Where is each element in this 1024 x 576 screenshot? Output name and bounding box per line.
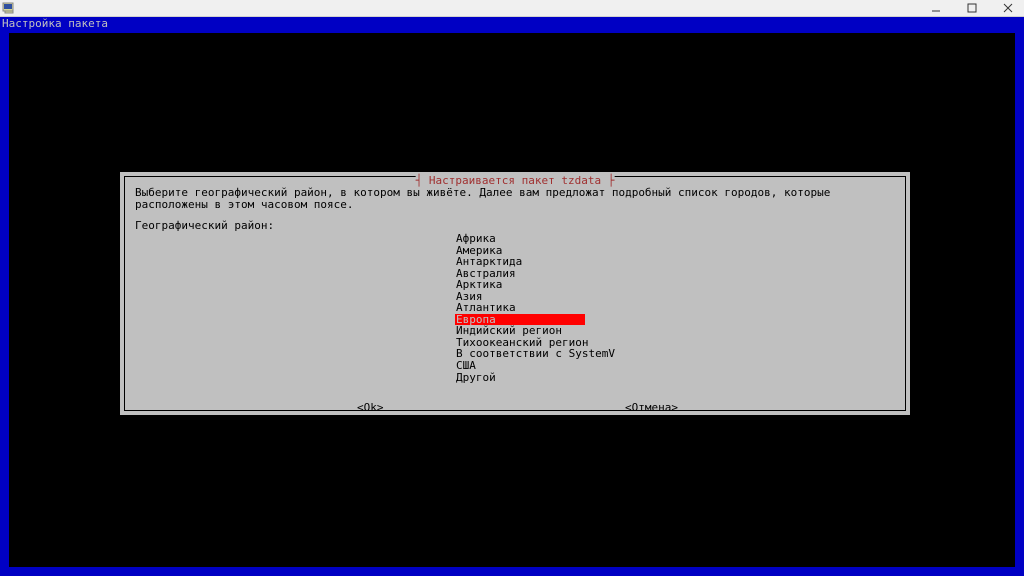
window-titlebar: [0, 0, 1024, 17]
dialog-title: ┤ Настраивается пакет tzdata ├: [416, 175, 615, 187]
field-label: Географический район:: [135, 220, 895, 232]
dialog-border: ┤ Настраивается пакет tzdata ├ Выберите …: [124, 176, 906, 411]
cancel-button[interactable]: <Отмена>: [625, 402, 678, 414]
region-option[interactable]: Антарктида: [455, 256, 585, 268]
close-button[interactable]: [994, 1, 1022, 15]
dialog-body: Выберите географический район, в котором…: [135, 187, 895, 382]
putty-icon: [2, 1, 16, 15]
minimize-button[interactable]: [922, 1, 950, 15]
maximize-button[interactable]: [958, 1, 986, 15]
region-option[interactable]: США: [455, 360, 585, 372]
region-option[interactable]: Другой: [455, 372, 585, 384]
titlebar-left: [2, 1, 16, 15]
dialog-instruction: Выберите географический район, в котором…: [135, 187, 895, 210]
window-controls: [922, 1, 1022, 15]
terminal-header: Настройка пакета: [2, 18, 108, 30]
ok-button[interactable]: <Ok>: [357, 402, 384, 414]
region-option[interactable]: Арктика: [455, 279, 585, 291]
config-dialog: ┤ Настраивается пакет tzdata ├ Выберите …: [120, 172, 910, 415]
region-option[interactable]: Африка: [455, 233, 585, 245]
terminal-area: Настройка пакета ┤ Настраивается пакет t…: [0, 17, 1024, 576]
region-options[interactable]: АфрикаАмерикаАнтарктидаАвстралияАрктикаА…: [455, 233, 585, 383]
